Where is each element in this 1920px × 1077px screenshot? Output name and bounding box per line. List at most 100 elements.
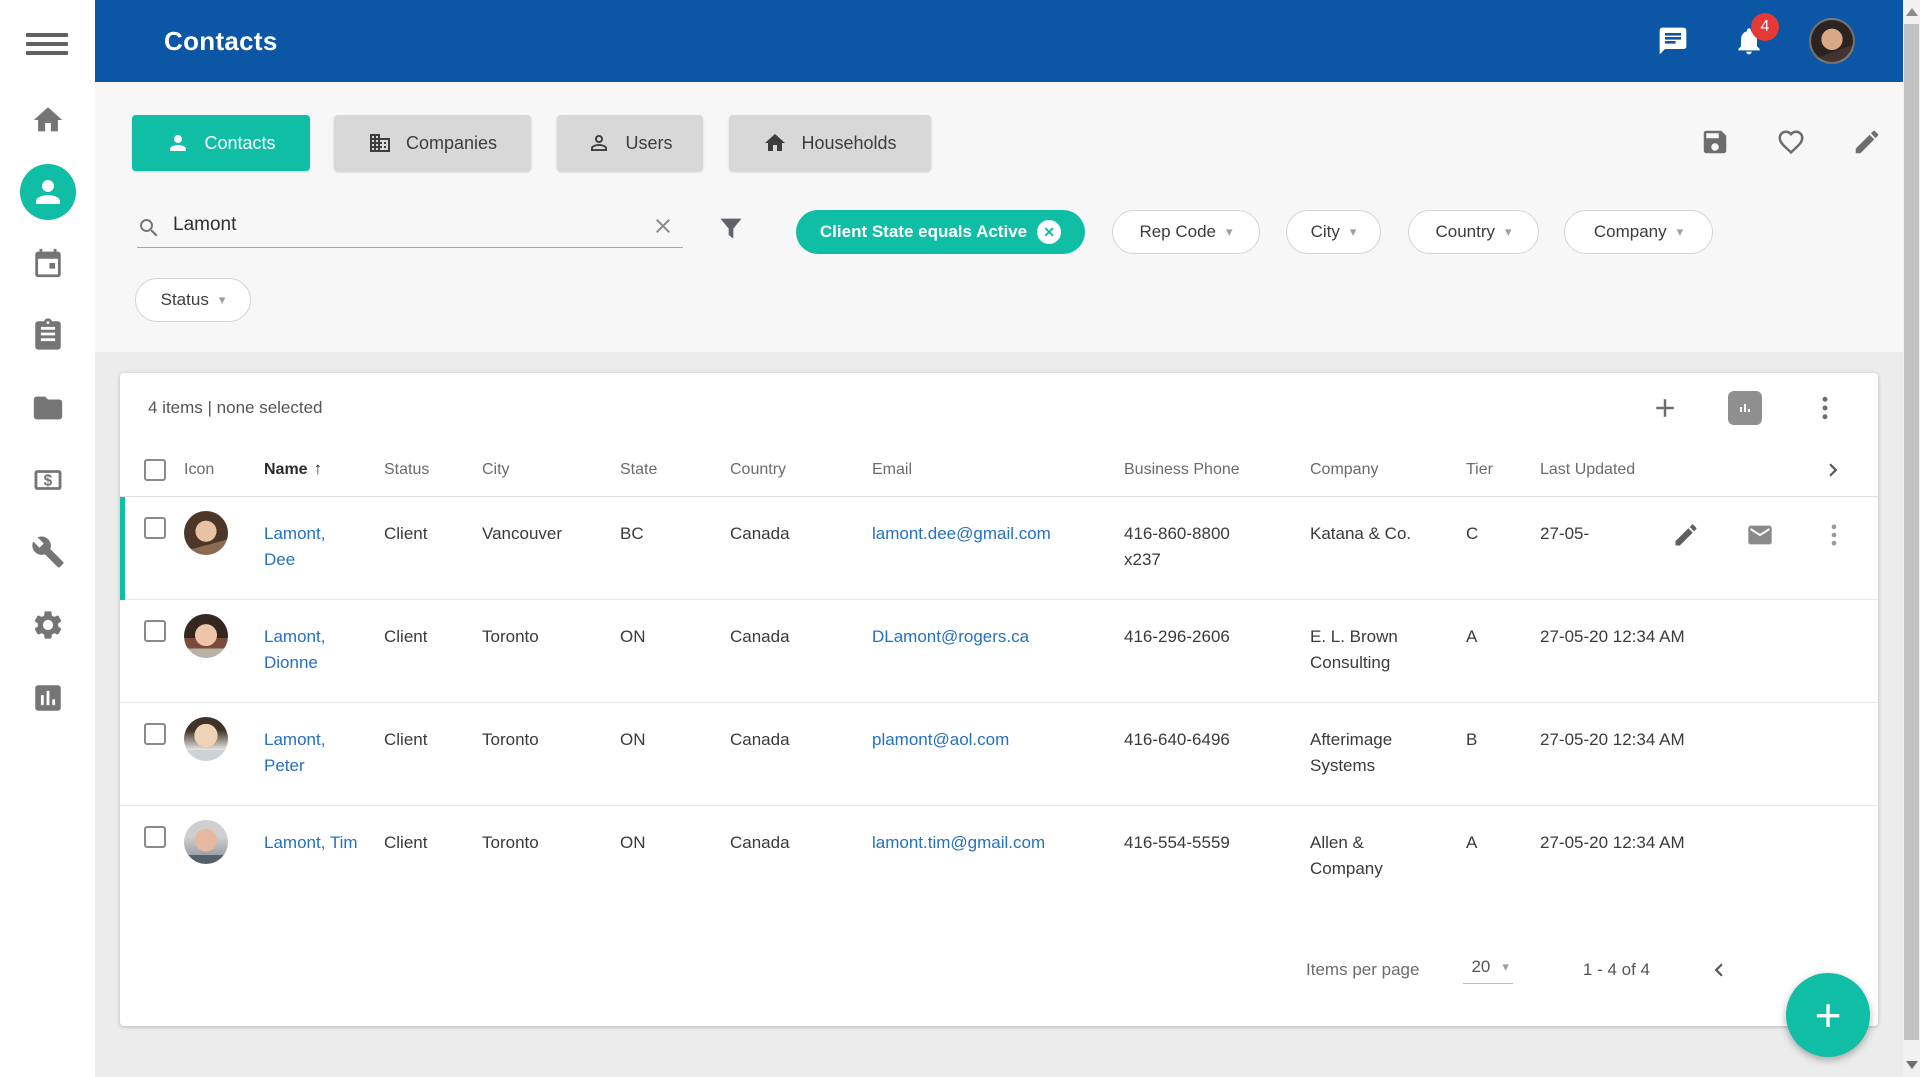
selection-summary: 4 items | none selected bbox=[148, 398, 323, 418]
tools-wrench-icon[interactable] bbox=[31, 535, 65, 569]
email-link[interactable]: lamont.tim@gmail.com bbox=[872, 833, 1045, 852]
scroll-up-icon[interactable] bbox=[1906, 8, 1918, 16]
page-scrollbar[interactable] bbox=[1903, 0, 1920, 1077]
chevron-down-icon: ▾ bbox=[1502, 959, 1509, 975]
contact-avatar[interactable] bbox=[184, 511, 228, 555]
add-column-plus-icon[interactable] bbox=[1650, 393, 1680, 423]
save-view-icon[interactable] bbox=[1700, 127, 1730, 157]
phone-cell: 416-296-2606 bbox=[1124, 624, 1230, 650]
tab-label: Households bbox=[801, 133, 896, 154]
add-contact-fab[interactable]: + bbox=[1786, 973, 1870, 1057]
more-options-kebab-icon[interactable] bbox=[1810, 393, 1840, 423]
search-input[interactable] bbox=[173, 210, 633, 240]
home-icon[interactable] bbox=[31, 103, 65, 137]
email-link[interactable]: lamont.dee@gmail.com bbox=[872, 524, 1051, 543]
active-filter-chip[interactable]: Client State equals Active ✕ bbox=[796, 210, 1085, 254]
col-status[interactable]: Status bbox=[384, 457, 482, 483]
settings-gear-icon[interactable] bbox=[31, 608, 65, 642]
email-link[interactable]: plamont@aol.com bbox=[872, 730, 1009, 749]
items-per-page-label: Items per page bbox=[1306, 960, 1419, 980]
email-link[interactable]: DLamont@rogers.ca bbox=[872, 627, 1029, 646]
row-more-kebab-icon[interactable] bbox=[1820, 521, 1848, 549]
table-row[interactable]: Lamont, Dionne Client Toronto ON Canada … bbox=[120, 600, 1878, 703]
remove-filter-icon[interactable]: ✕ bbox=[1037, 220, 1061, 244]
reports-chart-icon[interactable] bbox=[31, 681, 65, 715]
search-field bbox=[123, 210, 683, 248]
contact-avatar[interactable] bbox=[184, 614, 228, 658]
svg-text:$: $ bbox=[43, 473, 52, 490]
send-email-envelope-icon[interactable] bbox=[1746, 521, 1774, 549]
city-cell: Toronto bbox=[482, 806, 620, 856]
col-name[interactable]: Name↑ bbox=[264, 456, 384, 483]
edit-pencil-icon[interactable] bbox=[1852, 127, 1882, 157]
table-row[interactable]: Lamont, Tim Client Toronto ON Canada lam… bbox=[120, 806, 1878, 909]
row-checkbox[interactable] bbox=[144, 517, 166, 539]
phone-cell: 416-554-5559 bbox=[1124, 830, 1230, 856]
page-title: Contacts bbox=[164, 26, 278, 57]
documents-folder-icon[interactable] bbox=[31, 391, 65, 425]
table-row[interactable]: Lamont, Peter Client Toronto ON Canada p… bbox=[120, 703, 1878, 806]
country-cell: Canada bbox=[730, 703, 872, 753]
filter-chip-status[interactable]: Status▾ bbox=[135, 278, 251, 322]
chart-view-icon[interactable] bbox=[1728, 391, 1762, 425]
tab-users[interactable]: Users bbox=[557, 115, 703, 171]
col-updated[interactable]: Last Updated bbox=[1540, 457, 1717, 483]
chat-icon[interactable] bbox=[1657, 25, 1689, 57]
filter-chip-rep-code[interactable]: Rep Code▾ bbox=[1112, 210, 1260, 254]
col-phone[interactable]: Business Phone bbox=[1124, 457, 1310, 483]
scroll-down-icon[interactable] bbox=[1906, 1061, 1918, 1069]
contact-name-link[interactable]: Lamont, Peter bbox=[264, 727, 360, 779]
clear-search-icon[interactable] bbox=[651, 214, 675, 238]
contact-name-link[interactable]: Lamont, Dionne bbox=[264, 624, 360, 676]
app-header: Contacts 4 bbox=[95, 0, 1903, 82]
tasks-clipboard-icon[interactable] bbox=[31, 317, 65, 351]
tab-households[interactable]: Households bbox=[729, 115, 931, 171]
filter-funnel-icon[interactable] bbox=[717, 214, 745, 242]
filter-chip-city[interactable]: City▾ bbox=[1286, 210, 1381, 254]
contact-name-link[interactable]: Lamont, Tim bbox=[264, 830, 358, 856]
tab-contacts[interactable]: Contacts bbox=[132, 115, 310, 171]
favorite-heart-icon[interactable] bbox=[1776, 127, 1806, 157]
billing-dollar-icon[interactable]: $ bbox=[31, 463, 65, 497]
row-checkbox[interactable] bbox=[144, 826, 166, 848]
filter-chip-country[interactable]: Country▾ bbox=[1408, 210, 1539, 254]
col-company[interactable]: Company bbox=[1310, 457, 1466, 483]
menu-icon[interactable] bbox=[26, 28, 68, 58]
filter-chip-company[interactable]: Company▾ bbox=[1564, 210, 1713, 254]
tab-label: Contacts bbox=[204, 133, 275, 154]
contact-avatar[interactable] bbox=[184, 717, 228, 761]
col-city[interactable]: City bbox=[482, 457, 620, 483]
user-avatar[interactable] bbox=[1809, 18, 1855, 64]
row-checkbox[interactable] bbox=[144, 620, 166, 642]
contact-name-link[interactable]: Lamont, Dee bbox=[264, 521, 360, 573]
building-icon bbox=[368, 131, 392, 155]
notifications-bell-icon[interactable]: 4 bbox=[1733, 25, 1765, 57]
chevron-down-icon: ▾ bbox=[1226, 224, 1233, 240]
chevron-down-icon: ▾ bbox=[219, 292, 226, 308]
updated-cell: 27-05-20 12:34 AM bbox=[1540, 703, 1717, 753]
table-row[interactable]: Lamont, Dee Client Vancouver BC Canada l… bbox=[120, 497, 1878, 600]
previous-page-chevron-icon[interactable] bbox=[1706, 957, 1732, 983]
col-tier[interactable]: Tier bbox=[1466, 457, 1540, 483]
col-state[interactable]: State bbox=[620, 457, 730, 483]
country-cell: Canada bbox=[730, 600, 872, 650]
scroll-columns-right-icon[interactable] bbox=[1820, 457, 1846, 483]
calendar-icon[interactable] bbox=[31, 246, 65, 280]
col-icon[interactable]: Icon bbox=[184, 457, 264, 483]
status-cell: Client bbox=[384, 806, 482, 856]
page-size-select[interactable]: 20 ▾ bbox=[1463, 957, 1512, 984]
scrollbar-thumb[interactable] bbox=[1904, 24, 1919, 1040]
select-all-checkbox[interactable] bbox=[144, 459, 166, 481]
city-cell: Toronto bbox=[482, 703, 620, 753]
contacts-icon-active[interactable] bbox=[20, 164, 76, 220]
col-email[interactable]: Email bbox=[872, 457, 1124, 483]
person-icon bbox=[166, 131, 190, 155]
left-sidebar: $ bbox=[0, 0, 95, 1077]
edit-row-pencil-icon[interactable] bbox=[1672, 521, 1700, 549]
chevron-down-icon: ▾ bbox=[1350, 224, 1357, 240]
tab-companies[interactable]: Companies bbox=[334, 115, 531, 171]
row-checkbox[interactable] bbox=[144, 723, 166, 745]
contact-avatar[interactable] bbox=[184, 820, 228, 864]
col-country[interactable]: Country bbox=[730, 457, 872, 483]
active-filter-label: Client State equals Active bbox=[820, 222, 1027, 242]
